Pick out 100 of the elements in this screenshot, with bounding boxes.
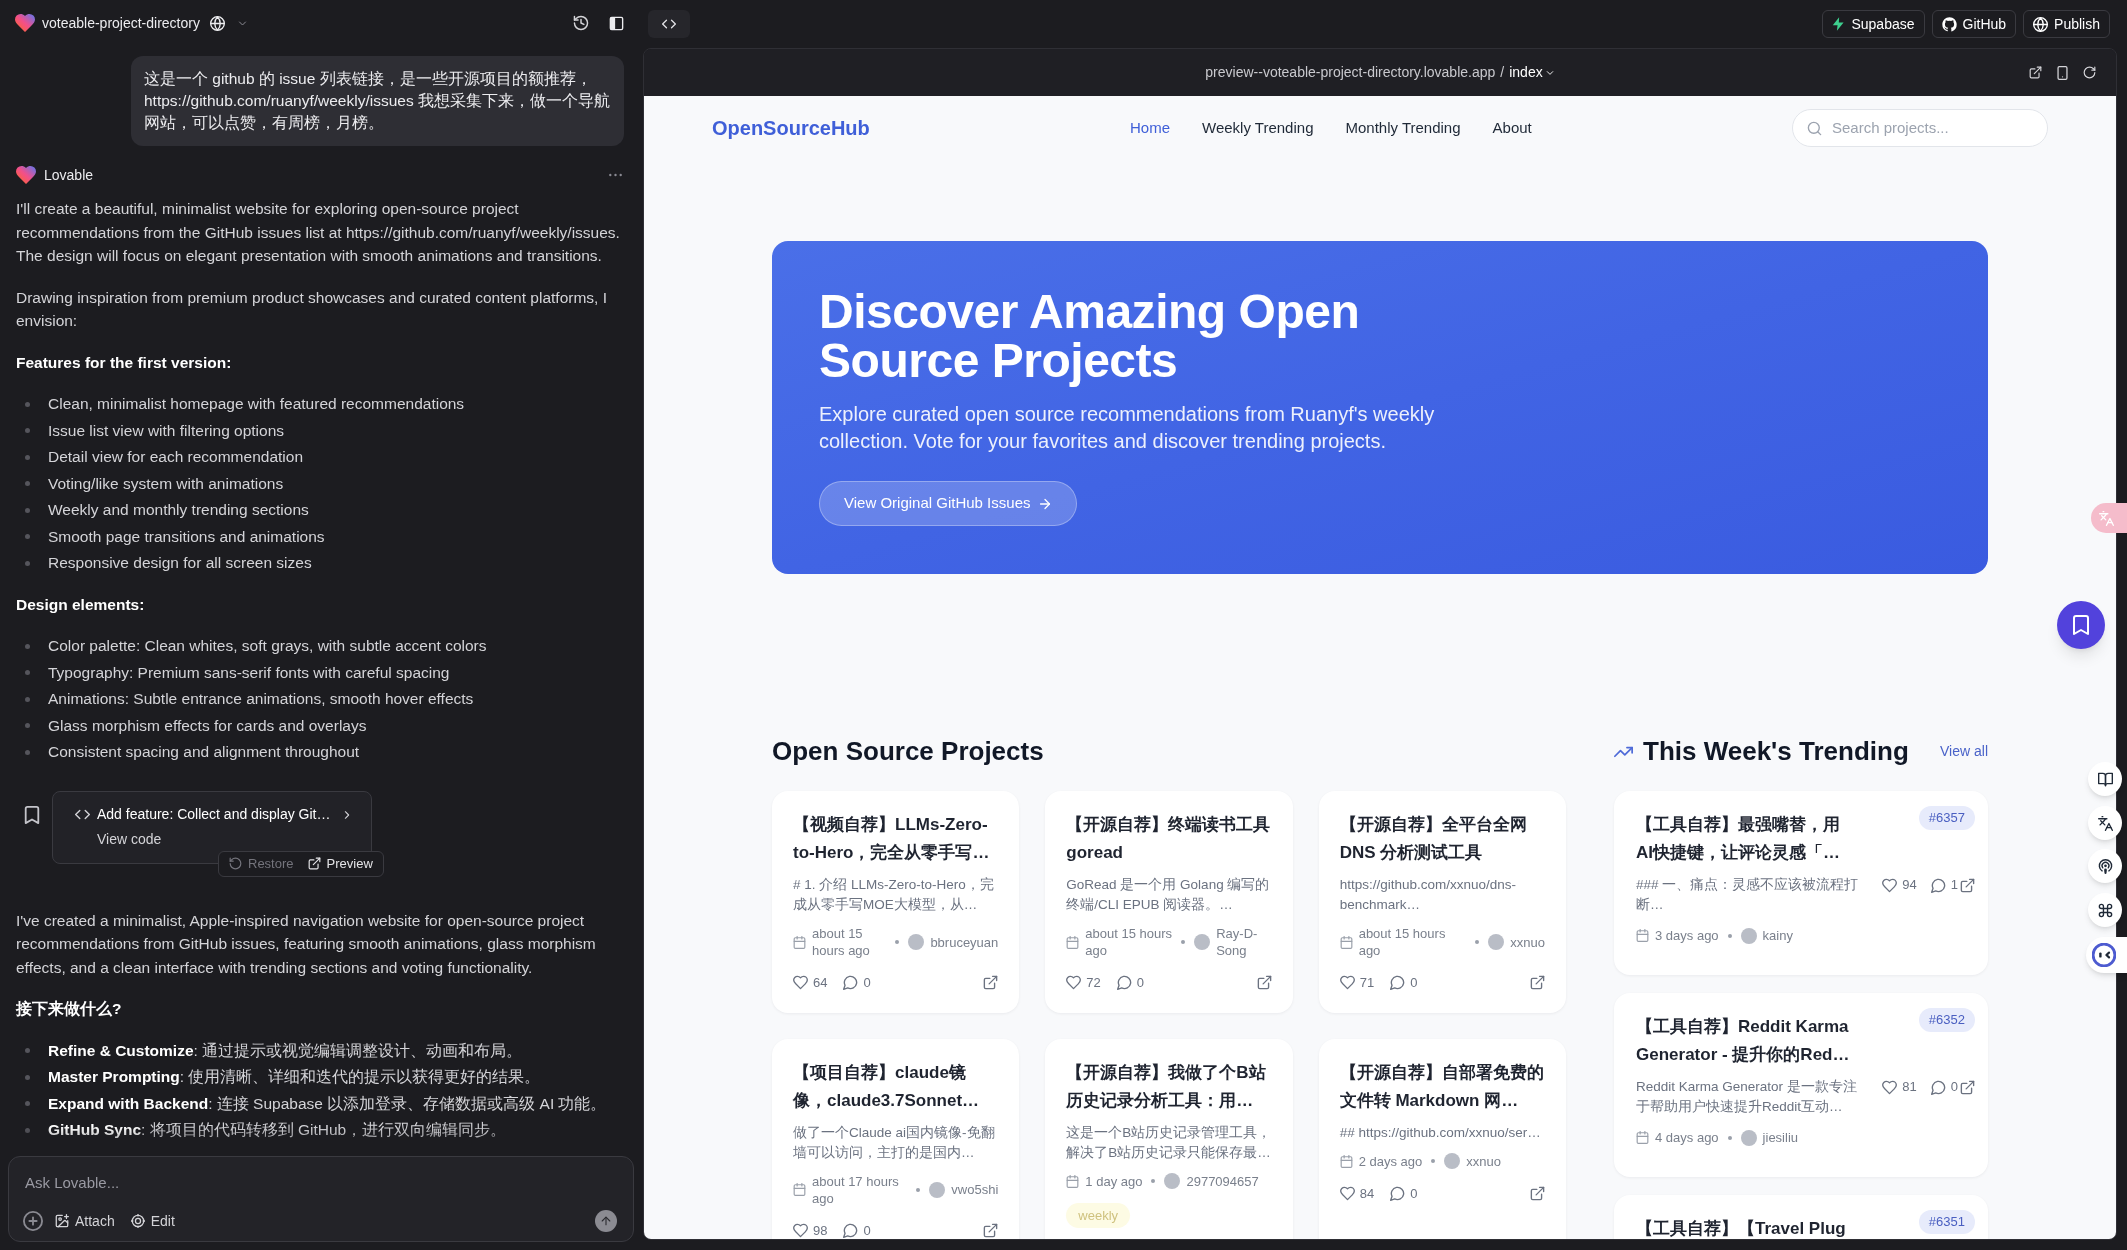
view-code-link[interactable]: View code <box>97 828 162 849</box>
project-title[interactable]: 【开源自荐】我做了个B站历史记录分析工具：用… <box>1066 1058 1272 1115</box>
comment-icon <box>1390 1185 1406 1201</box>
list-item-text: Responsive design for all screen sizes <box>48 553 312 573</box>
avatar-icon <box>1488 934 1505 950</box>
bookmark-icon[interactable] <box>24 805 40 824</box>
comment-button[interactable]: 0 <box>1390 1183 1418 1203</box>
external-link-icon[interactable] <box>1960 1079 1975 1095</box>
hero-subtitle: Explore curated open source recommendations from Ruanyf's weekly collection. Vote for your favorites and discover trending projects. <box>819 402 1436 454</box>
more-icon[interactable] <box>609 173 622 177</box>
comment-button[interactable]: 0 <box>1930 1077 1958 1097</box>
list-item-text: Animations: Subtle entrance animations, smooth hover effects <box>48 689 474 709</box>
trending-description: Reddit Karma Generator 是一款专注于帮助用户快速提升Reddit互动… <box>1636 1078 1858 1116</box>
section-title: Open Source Projects <box>772 735 1044 767</box>
author-name: xxnuo <box>1466 1152 1501 1170</box>
external-link-icon[interactable] <box>1256 975 1272 991</box>
message-input[interactable]: Ask Lovable... <box>25 1170 617 1194</box>
comment-button[interactable]: 0 <box>843 1220 871 1239</box>
history-icon[interactable] <box>573 15 589 31</box>
like-button[interactable]: 98 <box>793 1220 828 1239</box>
github-issues-button[interactable]: View Original GitHub Issues <box>819 481 1078 526</box>
like-button[interactable]: 84 <box>1339 1183 1375 1203</box>
code-view-button[interactable] <box>648 10 690 38</box>
external-link-icon[interactable] <box>1530 975 1545 991</box>
like-button[interactable]: 72 <box>1066 973 1101 993</box>
site-logo[interactable]: OpenSourceHub <box>712 113 870 143</box>
edit-button[interactable]: Edit <box>130 1210 175 1232</box>
route-selector[interactable]: index <box>1509 62 1555 83</box>
project-title[interactable]: 【开源自荐】全平台全网 DNS 分析测试工具 <box>1339 811 1545 867</box>
comment-button[interactable]: 0 <box>1116 973 1145 993</box>
trending-title[interactable]: 【工具自荐】最强嘴替，用AI快捷键，让评论灵感「… <box>1636 811 1851 867</box>
github-button[interactable]: GitHub <box>1931 10 2017 38</box>
like-button[interactable]: 81 <box>1882 1077 1917 1097</box>
preview-button[interactable]: Preview <box>307 853 373 874</box>
bookmark-icon <box>2073 615 2089 635</box>
external-link-icon[interactable] <box>1960 877 1975 893</box>
post-time: about 15 hours ago <box>1085 925 1173 959</box>
bullet-icon <box>25 1074 30 1080</box>
comment-button[interactable]: 0 <box>1390 973 1418 993</box>
nav-link[interactable]: Weekly Trending <box>1202 116 1314 140</box>
list-item-text: Typography: Premium sans-serif fonts with careful spacing <box>48 662 450 683</box>
search-field[interactable]: Search projects... <box>1792 109 2048 147</box>
supabase-button[interactable]: Supabase <box>1822 10 1925 38</box>
trending-card[interactable]: 【工具自荐】Reddit Karma Generator - 提升你的Red… #6352 Reddit Karma Generator 是一款专注于帮助用户快速提升Reddit互动… 81 0 4 days ago jiesiliu <box>1614 993 1988 1177</box>
external-link-icon[interactable] <box>2029 66 2042 79</box>
list-item-text: Weekly and monthly trending sections <box>48 500 309 520</box>
view-all-link[interactable]: View all <box>1940 740 1988 762</box>
external-link-icon[interactable] <box>1530 1185 1545 1201</box>
project-title[interactable]: 【开源自荐】自部署免费的文件转 Markdown 网… <box>1339 1058 1545 1115</box>
hero-title: Discover Amazing Open Source Projects <box>819 287 1361 385</box>
refresh-icon[interactable] <box>2083 66 2096 79</box>
comment-button[interactable]: 1 <box>1930 875 1958 895</box>
calendar-icon <box>1066 1174 1080 1188</box>
message-paragraph: I've created a minimalist, Apple-inspired navigation website for open-source project recommendations from GitHub issues, featuring smooth animations, glass morphism effects, and a clean interface with trending sections and voting functionality. <box>16 910 597 978</box>
send-button[interactable] <box>595 1210 617 1232</box>
bullet-icon <box>25 481 30 486</box>
project-title[interactable]: 【视频自荐】LLMs-Zero-to-Hero，完全从零手写… <box>793 811 999 867</box>
phone-icon[interactable] <box>2056 65 2069 80</box>
image-icon <box>55 1214 69 1228</box>
project-name[interactable]: voteable-project-directory <box>42 12 200 34</box>
sidebar-toggle-icon[interactable] <box>609 15 624 31</box>
project-card[interactable]: 【视频自荐】LLMs-Zero-to-Hero，完全从零手写… # 1. 介绍 LLMs-Zero-to-Hero，完成从零手写MOE大模型，从… about 15 hours ago bbruceyuan 64 0 <box>772 791 1020 1013</box>
project-card[interactable]: 【开源自荐】我做了个B站历史记录分析工具：用… 这是一个B站历史记录管理工具，解决了B站历史记录只能保存最… 1 day ago 2977094657 weekly <box>1045 1038 1293 1239</box>
calendar-icon <box>793 935 806 949</box>
list-item-text: Master Prompting: 使用清晰、详细和迭代的提示以获得更好的结果。 <box>48 1067 541 1087</box>
message-paragraph: Drawing inspiration from premium product showcases and curated content platforms, I envision: <box>16 287 608 331</box>
project-card[interactable]: 【开源自荐】自部署免费的文件转 Markdown 网… ## https://github.com/xxnuo/ser… 2 days ago xxnuo 84 0 <box>1318 1038 1566 1239</box>
trending-card[interactable]: 【工具自荐】【Travel Plug #6351 <box>1614 1195 1988 1239</box>
robot-face-icon <box>2092 943 2116 967</box>
comment-button[interactable]: 0 <box>843 973 871 993</box>
project-title[interactable]: 【项目自荐】claude镜像，claude3.7Sonnet… <box>793 1058 999 1115</box>
assistant-button[interactable] <box>2086 937 2127 973</box>
nav-link[interactable]: About <box>1492 116 1532 140</box>
nav-link[interactable]: Monthly Trending <box>1345 116 1461 140</box>
project-card[interactable]: 【开源自荐】全平台全网 DNS 分析测试工具 https://github.com/xxnuo/dns-benchmark… about 15 hours ago xxnuo 71 0 <box>1318 791 1566 1013</box>
translate-icon <box>2097 815 2113 831</box>
trending-title[interactable]: 【工具自荐】【Travel Plug <box>1636 1215 1851 1239</box>
chat-composer[interactable]: Ask Lovable... Attach Edit <box>8 1156 634 1242</box>
plus-circle-icon[interactable] <box>23 1211 43 1231</box>
calendar-icon <box>1339 935 1353 949</box>
attach-button[interactable]: Attach <box>55 1210 115 1232</box>
search-input[interactable]: Search projects... <box>1832 117 2035 139</box>
avatar-icon <box>1740 927 1757 944</box>
calendar-icon <box>1636 929 1649 942</box>
like-button[interactable]: 71 <box>1339 973 1375 993</box>
nav-link[interactable]: Home <box>1130 116 1171 140</box>
bullet-icon <box>25 723 30 728</box>
trending-card[interactable]: 【工具自荐】最强嘴替，用AI快捷键，让评论灵感「… #6357 ### 一、痛点：灵感不应该被流程打断… 94 1 3 days ago kainy <box>1614 791 1988 975</box>
like-button[interactable]: 64 <box>793 973 828 993</box>
project-title[interactable]: 【开源自荐】终端读书工具 goread <box>1066 811 1272 867</box>
list-item-text: Issue list view with filtering options <box>48 420 285 441</box>
external-link-icon[interactable] <box>983 975 999 991</box>
globe-icon[interactable] <box>209 15 225 31</box>
issue-number: #6352 <box>1918 1008 1975 1032</box>
like-button[interactable]: 94 <box>1882 875 1917 895</box>
project-card[interactable]: 【开源自荐】终端读书工具 goread GoRead 是一个用 Golang 编写的终端/CLI EPUB 阅读器。… about 15 hours ago Ray-D-Song 72 0 <box>1045 791 1293 1013</box>
project-card[interactable]: 【项目自荐】claude镜像，claude3.7Sonnet… 做了一个Claude ai国内镜像-免翻墙可以访问，主打的是国内… about 17 hours ago vwo5shi 98 0 <box>772 1038 1020 1239</box>
trending-title[interactable]: 【工具自荐】Reddit Karma Generator - 提升你的Red… <box>1636 1013 1851 1069</box>
publish-button[interactable]: Publish <box>2023 10 2110 38</box>
external-link-icon[interactable] <box>983 1222 999 1238</box>
